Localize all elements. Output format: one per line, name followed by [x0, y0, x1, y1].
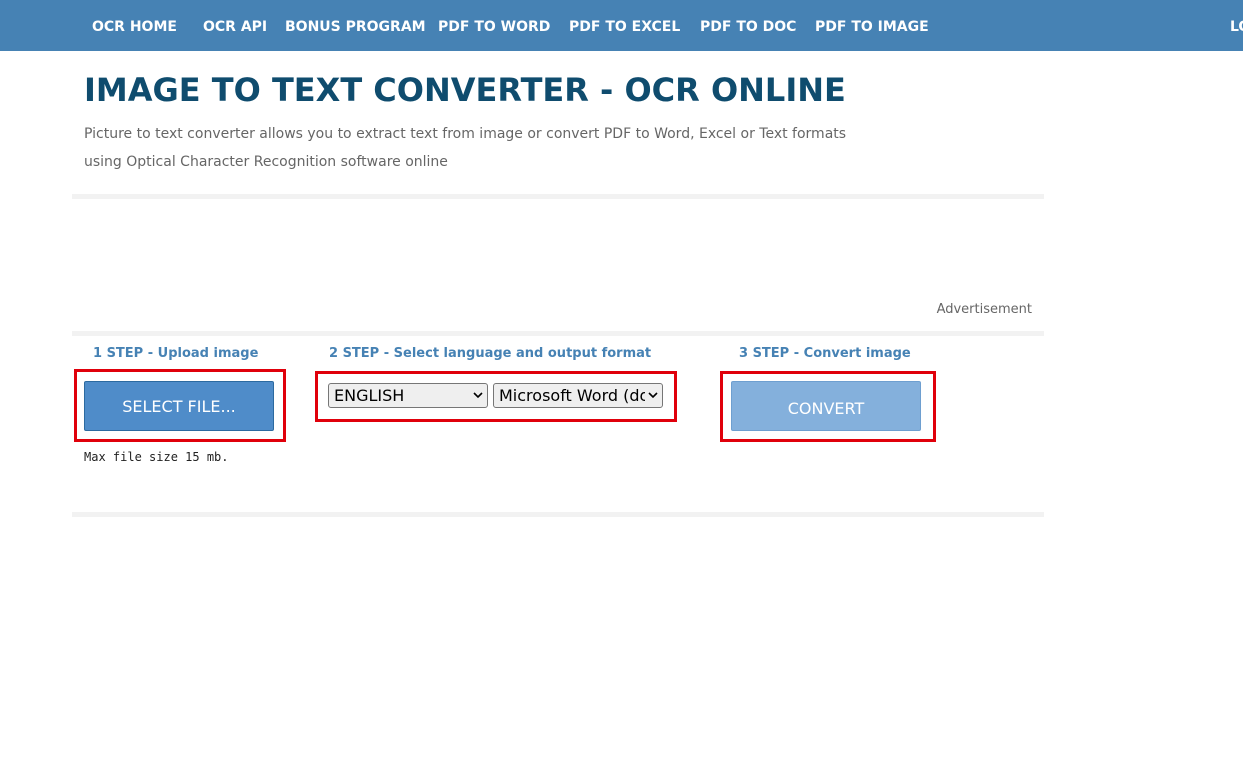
nav-item-login[interactable]: LO: [1230, 0, 1243, 51]
language-select[interactable]: ENGLISH: [328, 383, 488, 408]
chevron-down-icon: [473, 392, 483, 399]
nav-item-bonus-program[interactable]: BONUS PROGRAM: [285, 0, 426, 51]
divider-top: [72, 194, 1044, 199]
step2-label: 2 STEP - Select language and output form…: [329, 346, 652, 361]
nav-item-pdf-to-doc[interactable]: PDF TO DOC: [700, 0, 796, 51]
select-file-button[interactable]: SELECT FILE...: [84, 381, 274, 431]
nav-item-ocr-api[interactable]: OCR API: [203, 0, 267, 51]
advertisement-label: Advertisement: [936, 302, 1032, 317]
convert-button[interactable]: CONVERT: [731, 381, 921, 431]
nav-item-pdf-to-excel[interactable]: PDF TO EXCEL: [569, 0, 680, 51]
nav-item-pdf-to-word[interactable]: PDF TO WORD: [438, 0, 550, 51]
nav-item-pdf-to-image[interactable]: PDF TO IMAGE: [815, 0, 929, 51]
divider-middle: [72, 331, 1044, 336]
output-format-select-value: Microsoft Word (docx): [499, 386, 645, 405]
page-subtitle: Picture to text converter allows you to …: [84, 126, 847, 170]
page-title: IMAGE TO TEXT CONVERTER - OCR ONLINE: [84, 71, 846, 109]
top-navigation-bar: OCR HOME OCR API BONUS PROGRAM PDF TO WO…: [0, 0, 1243, 51]
chevron-down-icon: [648, 392, 658, 399]
output-format-select[interactable]: Microsoft Word (docx): [493, 383, 663, 408]
step1-label: 1 STEP - Upload image: [93, 346, 259, 361]
language-select-value: ENGLISH: [334, 386, 405, 405]
step3-label: 3 STEP - Convert image: [739, 346, 911, 361]
divider-bottom: [72, 512, 1044, 517]
max-file-size-note: Max file size 15 mb.: [84, 450, 229, 464]
nav-item-ocr-home[interactable]: OCR HOME: [92, 0, 177, 51]
